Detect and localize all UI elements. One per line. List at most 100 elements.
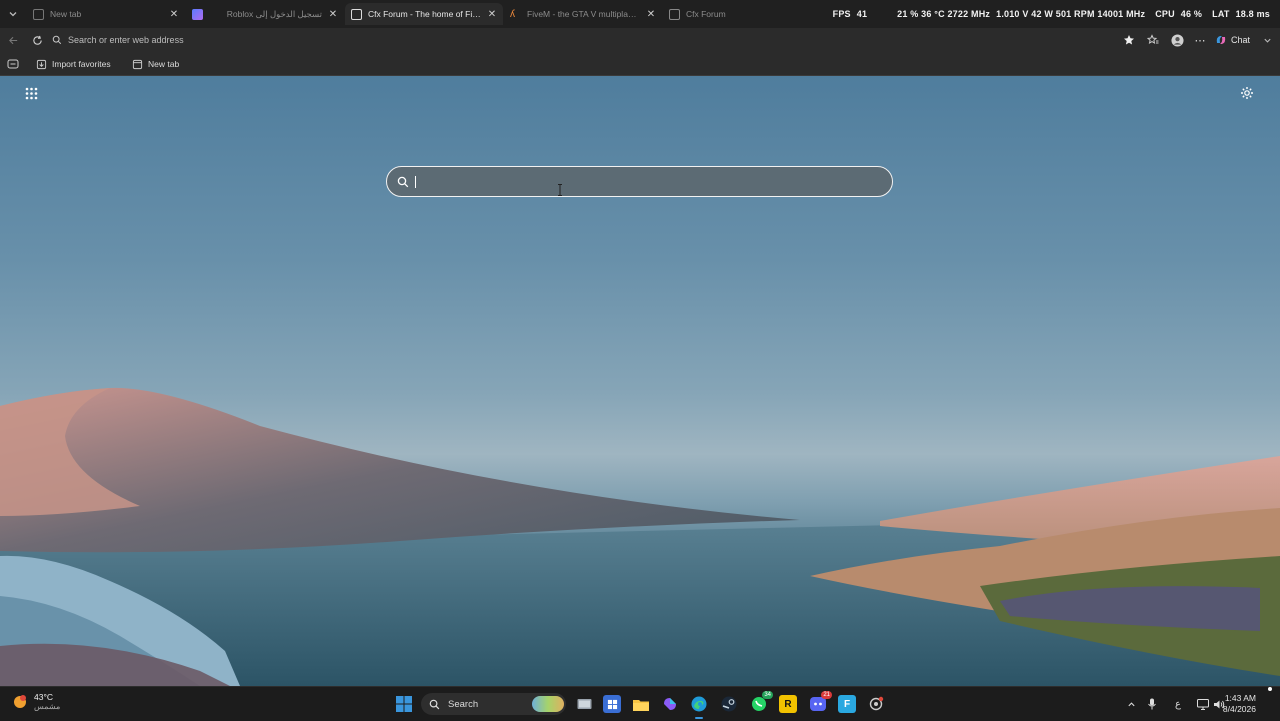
settings-app-icon[interactable] <box>867 695 885 713</box>
search-icon <box>52 35 62 45</box>
rockstar-launcher-icon[interactable]: R <box>779 695 797 713</box>
taskbar-search-label: Search <box>448 698 479 710</box>
input-language-indicator[interactable]: ع <box>1171 697 1185 711</box>
clock-time: 1:43 AM <box>1224 693 1256 703</box>
more-menu-icon[interactable]: ⋯ <box>1192 32 1208 48</box>
office-app-icon[interactable] <box>661 695 679 713</box>
toolbar-overflow-chevron-icon[interactable] <box>1259 32 1275 48</box>
microsoft-store-icon[interactable] <box>603 695 621 713</box>
gear-icon <box>1241 87 1253 99</box>
address-placeholder: Search or enter web address <box>68 35 184 45</box>
import-icon <box>36 59 47 69</box>
weather-description: مشمس <box>34 702 61 711</box>
gpu-stats: 21 % 36 °C 2722 MHz <box>897 9 991 19</box>
tab-title: Cfx Forum - The home of FiveM & <box>368 9 481 19</box>
text-cursor-icon <box>558 184 562 196</box>
gpu-power-stats: 1.010 V 42 W 501 RPM 14001 MHz <box>996 9 1146 19</box>
page-icon <box>132 59 143 69</box>
fivem-icon: ʎ <box>510 8 515 20</box>
file-explorer-icon[interactable] <box>632 695 650 713</box>
cfx-icon <box>351 8 362 20</box>
tab-roblox[interactable]: Roblox تسجيل الدخول إلى ✕ <box>214 3 344 25</box>
chat-label: Chat <box>1230 35 1250 45</box>
favorite-star-button[interactable] <box>1121 32 1137 48</box>
windows-logo-icon <box>396 696 412 712</box>
fps-label: FPS <box>832 9 851 19</box>
copilot-icon <box>192 8 203 20</box>
cpu-label: CPU <box>1155 9 1175 19</box>
profile-avatar-icon <box>1170 33 1184 47</box>
discord-icon[interactable]: 21 <box>809 691 832 713</box>
system-clock[interactable]: 1:43 AM 8/4/2026 <box>1223 693 1256 715</box>
whatsapp-icon[interactable]: 34 <box>750 691 773 713</box>
favorites-button[interactable] <box>1145 32 1161 48</box>
search-icon <box>397 176 409 187</box>
lat-label: LAT <box>1212 9 1230 19</box>
taskbar-search[interactable]: Search <box>421 693 566 715</box>
clock-date: 8/4/2026 <box>1222 704 1256 714</box>
back-arrow-icon <box>8 36 17 44</box>
fivem-app-icon[interactable]: F <box>838 695 856 713</box>
sun-icon <box>14 695 26 708</box>
close-tab-icon[interactable]: ✕ <box>328 9 338 20</box>
refresh-icon <box>32 35 42 45</box>
new-tab-icon <box>33 8 44 20</box>
notification-dot-icon[interactable] <box>1266 685 1274 693</box>
windows-taskbar: 43°C مشمس Search 34 R 21 F ع 1:43 AM 8/4… <box>0 686 1280 721</box>
cpu-value: 46 % <box>1180 9 1203 19</box>
text-caret <box>415 175 416 188</box>
close-tab-icon[interactable]: ✕ <box>169 9 179 20</box>
new-tab-page <box>0 76 1280 686</box>
steam-icon[interactable] <box>720 695 738 713</box>
copilot-icon <box>1216 36 1226 44</box>
whatsapp-badge: 34 <box>762 691 773 699</box>
cfx-icon <box>669 8 680 20</box>
app-grid-icon <box>25 87 37 99</box>
tab-new-tab[interactable]: New tab ✕ <box>27 3 185 25</box>
tab-fivem[interactable]: ʎ FiveM - the GTA V multiplayer mo ✕ <box>504 3 662 25</box>
app-launcher-button[interactable] <box>22 84 40 102</box>
tab-title: FiveM - the GTA V multiplayer mo <box>527 9 640 19</box>
new-tab-favorite-link[interactable]: New tab <box>132 57 179 71</box>
favorites-bar: Import favorites New tab <box>0 52 1280 76</box>
tab-actions-chevron-icon[interactable] <box>4 5 22 23</box>
profile-button[interactable] <box>1169 32 1185 48</box>
search-icon <box>429 699 440 709</box>
import-favorites-label: Import favorites <box>52 59 111 69</box>
weather-temperature: 43°C <box>34 692 53 702</box>
import-favorites-link[interactable]: Import favorites <box>36 57 111 71</box>
close-tab-icon[interactable]: ✕ <box>487 9 497 20</box>
edge-browser-icon[interactable] <box>690 695 708 719</box>
show-hidden-icons-chevron-icon[interactable] <box>1124 697 1138 711</box>
page-settings-button[interactable] <box>1238 84 1256 102</box>
tab-copilot[interactable] <box>186 3 214 25</box>
task-view-icon[interactable] <box>575 695 593 713</box>
star-icon <box>1124 35 1134 45</box>
address-bar[interactable]: Search or enter web address <box>52 31 1138 49</box>
web-search-input[interactable] <box>419 173 863 191</box>
browser-toolbar: Search or enter web address ⋯ Chat <box>0 28 1280 52</box>
tab-cfx-forum-active[interactable]: Cfx Forum - The home of FiveM & ✕ <box>345 3 503 25</box>
network-icon[interactable] <box>1196 697 1210 711</box>
microphone-icon[interactable] <box>1145 697 1159 711</box>
tab-title: New tab <box>50 9 82 19</box>
tab-cfx-forum[interactable]: Cfx Forum <box>663 3 763 25</box>
copilot-chat-button[interactable]: Chat <box>1215 32 1250 48</box>
search-highlight-image <box>532 696 564 712</box>
lat-value: 18.8 ms <box>1235 9 1270 19</box>
start-button[interactable] <box>395 695 413 713</box>
tab-strip: New tab ✕ Roblox تسجيل الدخول إلى ✕ Cfx … <box>0 0 1280 28</box>
active-app-indicator <box>695 717 703 719</box>
sidebar-toggle-icon[interactable] <box>7 57 19 71</box>
new-tab-favorite-label: New tab <box>148 59 180 69</box>
tab-title: Roblox تسجيل الدخول إلى <box>226 8 322 19</box>
refresh-button[interactable] <box>29 32 45 48</box>
back-button[interactable] <box>5 32 21 48</box>
fps-value: 41 <box>856 9 868 19</box>
discord-badge: 21 <box>821 691 832 699</box>
web-search-box[interactable] <box>386 166 893 197</box>
performance-overlay: FPS 41 21 % 36 °C 2722 MHz 1.010 V 42 W … <box>833 7 1270 21</box>
weather-widget[interactable]: 43°C مشمس <box>12 692 60 712</box>
tab-title: Cfx Forum <box>686 9 726 19</box>
close-tab-icon[interactable]: ✕ <box>646 9 656 20</box>
